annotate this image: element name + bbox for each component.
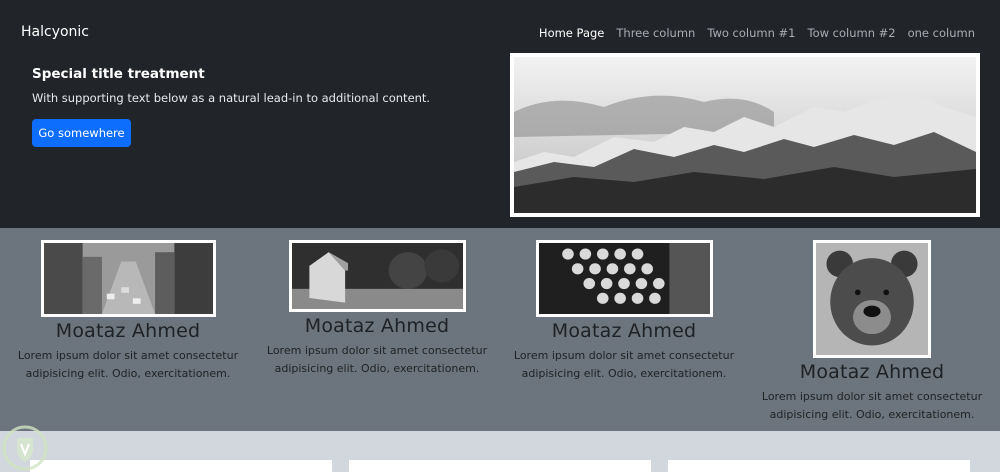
wooden-shed-image	[288, 240, 466, 312]
card-3-text: Lorem ipsum dolor sit amet consectetur a…	[513, 349, 735, 380]
card-2-title: Moataz Ahmed	[304, 315, 450, 337]
content-panel-3	[668, 460, 970, 472]
shield-icon	[1, 424, 49, 472]
card-4-title: Moataz Ahmed	[799, 361, 945, 383]
hero-title: Special title treatment	[32, 66, 205, 82]
card-4: Moataz Ahmed Lorem ipsum dolor sit amet …	[748, 240, 996, 424]
card-3: Moataz Ahmed Lorem ipsum dolor sit amet …	[500, 240, 748, 383]
card-3-title: Moataz Ahmed	[551, 320, 697, 342]
brand-logo[interactable]: Halcyonic	[21, 24, 89, 40]
header-section: Halcyonic Home Page Three column Two col…	[0, 0, 1000, 228]
card-2: Moataz Ahmed Lorem ipsum dolor sit amet …	[253, 240, 501, 378]
nav-link-two-column-2[interactable]: Tow column #2	[808, 26, 896, 40]
mountain-landscape-image	[510, 53, 980, 217]
typewriter-image	[535, 240, 713, 317]
nav-link-home[interactable]: Home Page	[539, 26, 604, 40]
card-1: Moataz Ahmed Lorem ipsum dolor sit amet …	[4, 240, 252, 383]
content-panel-2	[349, 460, 651, 472]
nav-link-one-column[interactable]: one column	[908, 26, 975, 40]
nav-link-three-column[interactable]: Three column	[616, 26, 695, 40]
go-somewhere-button[interactable]: Go somewhere	[32, 119, 131, 147]
card-1-text: Lorem ipsum dolor sit amet consectetur a…	[17, 349, 239, 380]
bear-image	[813, 240, 931, 358]
content-panel-1	[30, 460, 332, 472]
card-4-text: Lorem ipsum dolor sit amet consectetur a…	[761, 390, 983, 421]
card-1-title: Moataz Ahmed	[55, 320, 201, 342]
cards-section: Moataz Ahmed Lorem ipsum dolor sit amet …	[0, 228, 1000, 431]
main-nav: Home Page Three column Two column #1 Tow…	[539, 26, 975, 40]
nav-link-two-column-1[interactable]: Two column #1	[707, 26, 795, 40]
card-2-text: Lorem ipsum dolor sit amet consectetur a…	[266, 344, 488, 375]
hero-text: With supporting text below as a natural …	[32, 91, 431, 105]
city-street-image	[40, 240, 216, 317]
